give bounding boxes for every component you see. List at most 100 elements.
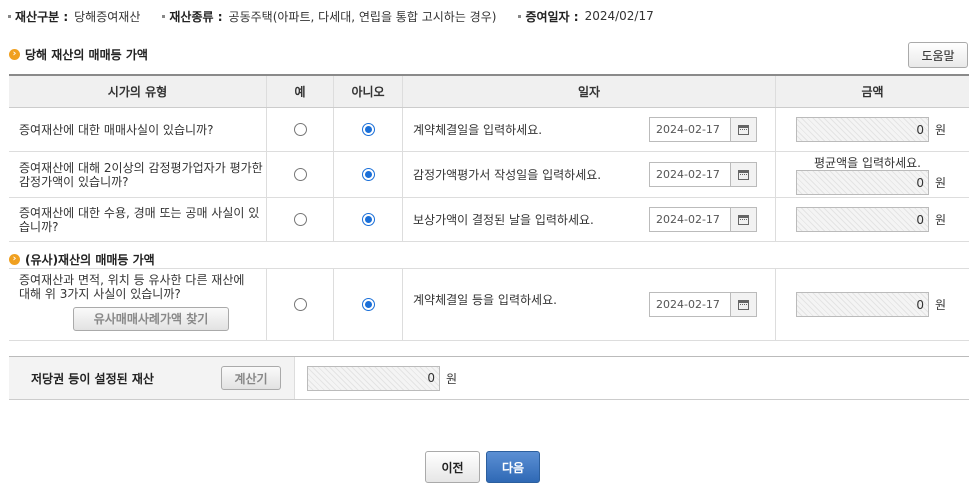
header-price-type: 시가의 유형 bbox=[9, 76, 267, 107]
calendar-icon bbox=[738, 124, 749, 135]
table-row: 증여재산과 면적, 위치 등 유사한 다른 재산에 대해 위 3가지 사실이 있… bbox=[9, 269, 969, 341]
calendar-icon bbox=[738, 299, 749, 310]
date-description: 계약체결일을 입력하세요. bbox=[413, 123, 543, 137]
info-label: 증여일자 : bbox=[525, 9, 579, 24]
currency-unit: 원 bbox=[935, 213, 947, 227]
date-cell: 보상가액이 결정된 날을 입력하세요. 2024-02-17 bbox=[403, 198, 776, 241]
market-price-table: 시가의 유형 예 아니오 일자 금액 증여재산에 대한 매매사실이 있습니까? … bbox=[9, 74, 969, 242]
bullet-icon bbox=[518, 14, 522, 18]
question-text: 증여재산과 면적, 위치 등 유사한 다른 재산에 대해 위 3가지 사실이 있… bbox=[19, 273, 245, 301]
amount-input[interactable]: 0 bbox=[796, 207, 929, 232]
section-title-text: (유사)재산의 매매등 가액 bbox=[25, 253, 155, 267]
amount-input[interactable]: 0 bbox=[796, 170, 929, 195]
yes-cell bbox=[267, 108, 334, 151]
date-description: 감정가액평가서 작성일을 입력하세요. bbox=[413, 168, 602, 182]
find-similar-sales-button[interactable]: 유사매매사례가액 찾기 bbox=[73, 307, 229, 331]
calendar-button[interactable] bbox=[731, 292, 757, 317]
amount-cell: 평균액을 입력하세요. 0 원 bbox=[776, 152, 969, 197]
amount-group: 0 원 bbox=[796, 117, 946, 142]
date-cell: 계약체결일을 입력하세요. 2024-02-17 bbox=[403, 108, 776, 151]
info-value: 공동주택(아파트, 다세대, 연립을 통합 고시하는 경우) bbox=[228, 9, 497, 24]
prev-button[interactable]: 이전 bbox=[425, 451, 480, 483]
header-yes: 예 bbox=[267, 76, 334, 107]
section-title-similar-property: › (유사)재산의 매매등 가액 bbox=[9, 251, 155, 268]
no-radio[interactable] bbox=[361, 213, 375, 226]
date-cell: 감정가액평가서 작성일을 입력하세요. 2024-02-17 bbox=[403, 152, 776, 197]
yes-cell bbox=[267, 269, 334, 340]
section-title-own-property: › 당해 재산의 매매등 가액 bbox=[9, 46, 148, 63]
header-amount: 금액 bbox=[861, 85, 884, 99]
calculator-button[interactable]: 계산기 bbox=[221, 366, 281, 390]
amount-group: 0 원 bbox=[796, 292, 946, 317]
currency-unit: 원 bbox=[935, 298, 947, 312]
section-title-text: 당해 재산의 매매등 가액 bbox=[25, 48, 148, 62]
average-note: 평균액을 입력하세요. bbox=[814, 156, 921, 170]
table-row: 증여재산에 대한 수용, 경매 또는 공매 사실이 있습니까? 보상가액이 결정… bbox=[9, 198, 969, 242]
no-cell bbox=[334, 198, 403, 241]
no-cell bbox=[334, 152, 403, 197]
date-input[interactable]: 2024-02-17 bbox=[649, 117, 731, 142]
no-radio[interactable] bbox=[361, 168, 375, 181]
bullet-icon bbox=[162, 14, 166, 18]
currency-unit: 원 bbox=[935, 176, 947, 190]
yes-radio[interactable] bbox=[293, 298, 307, 311]
calendar-button[interactable] bbox=[731, 207, 757, 232]
amount-cell: 0 원 bbox=[776, 198, 969, 241]
info-label: 재산구분 : bbox=[15, 9, 69, 24]
amount-group: 0 원 bbox=[796, 207, 946, 232]
no-radio[interactable] bbox=[361, 298, 375, 311]
info-bar: 재산구분 : 당해증여재산 재산종류 : 공동주택(아파트, 다세대, 연립을 … bbox=[8, 8, 676, 24]
date-input[interactable]: 2024-02-17 bbox=[649, 207, 731, 232]
amount-input[interactable]: 0 bbox=[796, 292, 929, 317]
info-value: 2024/02/17 bbox=[584, 9, 654, 23]
mortgage-label-cell: 저당권 등이 설정된 재산 계산기 bbox=[9, 357, 295, 399]
table-header: 시가의 유형 예 아니오 일자 금액 bbox=[9, 76, 969, 108]
info-label: 재산종류 : bbox=[169, 9, 223, 24]
amount-input[interactable]: 0 bbox=[796, 117, 929, 142]
currency-unit: 원 bbox=[446, 371, 458, 386]
calendar-button[interactable] bbox=[731, 162, 757, 187]
yes-cell bbox=[267, 198, 334, 241]
arrow-bullet-icon: › bbox=[9, 254, 20, 265]
info-property-type: 재산종류 : 공동주택(아파트, 다세대, 연립을 통합 고시하는 경우) bbox=[162, 8, 496, 24]
arrow-bullet-icon: › bbox=[9, 49, 20, 60]
header-no: 아니오 bbox=[334, 76, 403, 107]
date-picker: 2024-02-17 bbox=[649, 162, 757, 187]
amount-cell: 0 원 bbox=[776, 108, 969, 151]
date-input[interactable]: 2024-02-17 bbox=[649, 162, 731, 187]
date-picker: 2024-02-17 bbox=[649, 207, 757, 232]
date-description: 보상가액이 결정된 날을 입력하세요. bbox=[413, 213, 594, 227]
info-value: 당해증여재산 bbox=[74, 9, 141, 24]
table-row: 증여재산에 대해 2이상의 감정평가업자가 평가한 감정가액이 있습니까? 감정… bbox=[9, 152, 969, 198]
date-description: 계약체결일 등을 입력하세요. bbox=[413, 293, 557, 307]
calendar-button[interactable] bbox=[731, 117, 757, 142]
date-picker: 2024-02-17 bbox=[649, 117, 757, 142]
currency-unit: 원 bbox=[935, 123, 947, 137]
info-property-category: 재산구분 : 당해증여재산 bbox=[8, 8, 140, 24]
mortgage-label: 저당권 등이 설정된 재산 bbox=[31, 371, 154, 386]
no-cell bbox=[334, 108, 403, 151]
yes-cell bbox=[267, 152, 334, 197]
calendar-icon bbox=[738, 214, 749, 225]
yes-radio[interactable] bbox=[293, 123, 307, 136]
header-date: 일자 bbox=[403, 76, 776, 107]
amount-cell: 0 원 bbox=[776, 269, 969, 340]
question-text: 증여재산에 대한 매매사실이 있습니까? bbox=[9, 108, 267, 151]
yes-radio[interactable] bbox=[293, 213, 307, 226]
mortgage-amount-input[interactable]: 0 bbox=[307, 365, 440, 391]
yes-radio[interactable] bbox=[293, 168, 307, 181]
next-button[interactable]: 다음 bbox=[486, 451, 540, 483]
question-text: 증여재산에 대해 2이상의 감정평가업자가 평가한 감정가액이 있습니까? bbox=[9, 152, 267, 197]
table-row: 증여재산에 대한 매매사실이 있습니까? 계약체결일을 입력하세요. 2024-… bbox=[9, 108, 969, 152]
date-input[interactable]: 2024-02-17 bbox=[649, 292, 731, 317]
mortgage-amount-cell: 0 원 bbox=[295, 357, 457, 399]
question-cell: 증여재산과 면적, 위치 등 유사한 다른 재산에 대해 위 3가지 사실이 있… bbox=[9, 269, 267, 340]
mortgage-row: 저당권 등이 설정된 재산 계산기 0 원 bbox=[9, 356, 969, 400]
question-text: 증여재산에 대한 수용, 경매 또는 공매 사실이 있습니까? bbox=[9, 198, 267, 241]
calendar-icon bbox=[738, 169, 749, 180]
help-button[interactable]: 도움말 bbox=[908, 42, 968, 68]
similar-property-table: 증여재산과 면적, 위치 등 유사한 다른 재산에 대해 위 3가지 사실이 있… bbox=[9, 268, 969, 341]
no-radio[interactable] bbox=[361, 123, 375, 136]
info-gift-date: 증여일자 : 2024/02/17 bbox=[518, 8, 654, 24]
date-cell: 계약체결일 등을 입력하세요. 2024-02-17 bbox=[403, 269, 776, 340]
